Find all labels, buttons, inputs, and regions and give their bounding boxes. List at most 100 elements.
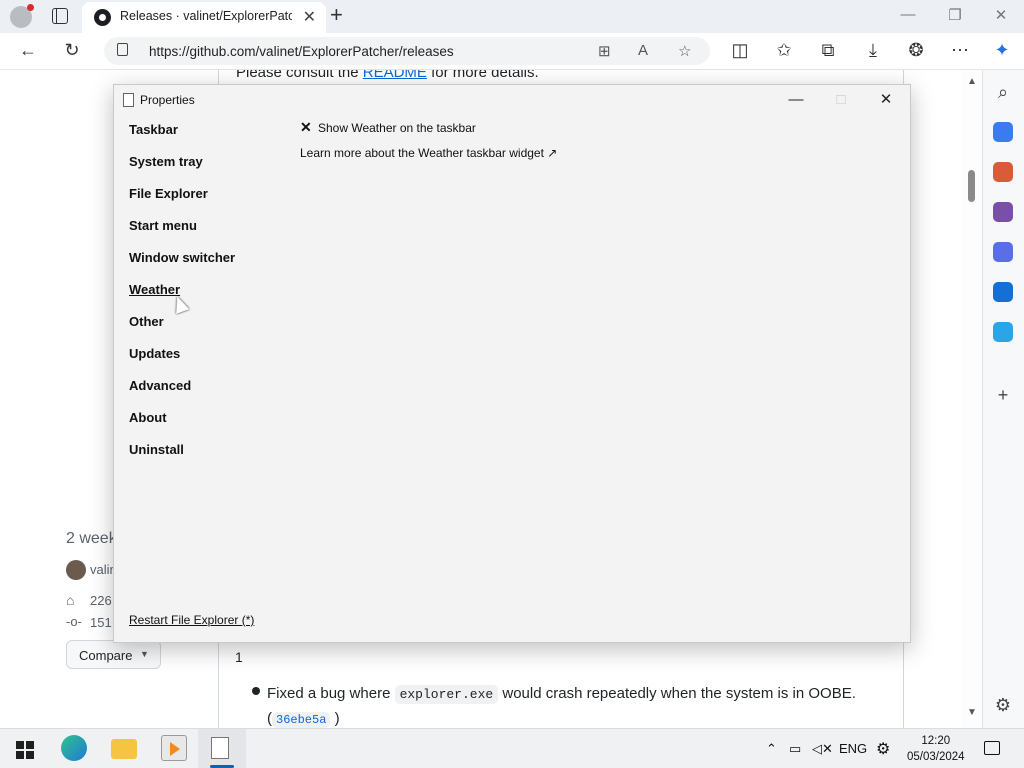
browser-tab-bar: Releases · valinet/ExplorerPatcher ✕ + —… [0, 0, 1024, 33]
window-restore-button[interactable]: ❐ [940, 6, 970, 24]
tab-title: Releases · valinet/ExplorerPatcher [120, 9, 292, 23]
nav-taskbar[interactable]: Taskbar [129, 121, 235, 153]
read-aloud-icon[interactable]: A [638, 42, 648, 59]
compare-button[interactable]: Compare ▼ [66, 640, 161, 669]
windows-taskbar: ⌃ ▭ ◁✕ ENG ⚙ 12:20 05/03/2024 [0, 728, 1024, 768]
nav-file-explorer[interactable]: File Explorer [129, 185, 235, 217]
explorerpatcher-app-icon [123, 93, 134, 107]
settings-gear-icon[interactable]: ⚙ [991, 695, 1015, 716]
restart-file-explorer-link[interactable]: Restart File Explorer (*) [129, 613, 254, 627]
chevron-down-icon: ▼ [140, 649, 149, 659]
volume-muted-icon[interactable]: ◁✕ [812, 741, 833, 757]
compare-label: Compare [79, 648, 133, 663]
nav-updates[interactable]: Updates [129, 345, 235, 377]
edge-browser-icon[interactable] [61, 735, 87, 761]
dialog-title-bar[interactable]: Properties — □ ✕ [114, 85, 910, 115]
input-language[interactable]: ENG [839, 741, 867, 756]
taskbar-clock[interactable]: 12:20 05/03/2024 [907, 733, 965, 765]
microsoft-365-icon[interactable] [993, 242, 1013, 262]
clock-time: 12:20 [921, 735, 951, 747]
outlook-icon[interactable] [993, 282, 1013, 302]
split-screen-icon[interactable]: ◫ [728, 40, 752, 61]
show-weather-label[interactable]: Show Weather on the taskbar [318, 121, 476, 135]
readme-hint: Please consult the README for more detai… [236, 70, 539, 81]
performance-icon[interactable]: ❂ [904, 40, 928, 61]
nav-uninstall[interactable]: Uninstall [129, 441, 235, 473]
back-arrow-icon[interactable]: ← [16, 40, 40, 61]
weather-settings-panel: ✕ Show Weather on the taskbar Learn more … [300, 119, 557, 161]
release-tag[interactable]: 226 [90, 593, 112, 608]
nav-other[interactable]: Other [129, 313, 235, 345]
copilot-icon[interactable]: ✦ [990, 40, 1014, 61]
commit-icon: -o- [66, 614, 82, 629]
dialog-close-button[interactable]: ✕ [866, 88, 906, 112]
nav-window-switcher[interactable]: Window switcher [129, 249, 235, 281]
release-commit[interactable]: 151 [90, 615, 112, 630]
scrollbar-thumb[interactable] [968, 170, 975, 202]
nav-advanced[interactable]: Advanced [129, 377, 235, 409]
list-bullet [252, 687, 260, 695]
tab-close-button[interactable]: ✕ [303, 7, 316, 27]
notification-center-icon[interactable] [984, 741, 1000, 755]
dialog-maximize-button: □ [836, 91, 846, 108]
window-minimize-button[interactable]: — [893, 6, 923, 23]
address-bar[interactable]: https://github.com/valinet/ExplorerPatch… [104, 37, 710, 65]
readme-link[interactable]: README [363, 70, 427, 81]
changelog-prefix: Fixed a bug where [267, 685, 395, 702]
media-player-icon[interactable] [161, 735, 187, 761]
browser-tab-releases[interactable]: Releases · valinet/ExplorerPatcher ✕ [82, 2, 326, 33]
drop-icon[interactable] [993, 322, 1013, 342]
nav-about[interactable]: About [129, 409, 235, 441]
page-scrollbar[interactable]: ▲ ▼ [962, 70, 982, 728]
readme-hint-suffix: for more details. [426, 70, 539, 81]
release-date: 2 week [66, 530, 117, 547]
address-url[interactable]: https://github.com/valinet/ExplorerPatch… [149, 44, 454, 59]
file-explorer-icon[interactable] [111, 739, 137, 759]
changelog-end: ) [330, 710, 340, 727]
settings-gear-icon-tray[interactable]: ⚙ [876, 739, 890, 759]
learn-more-weather-link[interactable]: Learn more about the Weather taskbar wid… [300, 145, 557, 161]
explorerpatcher-taskbar-icon[interactable] [211, 737, 229, 759]
favorites-icon[interactable]: ✩ [772, 40, 796, 61]
show-weather-option[interactable]: ✕ Show Weather on the taskbar [300, 119, 557, 145]
author-avatar[interactable] [66, 560, 86, 580]
window-close-button[interactable]: ✕ [986, 6, 1016, 24]
release-number: 1 [235, 649, 243, 665]
tag-icon: ⌂ [66, 592, 75, 608]
windows-start-icon[interactable] [16, 741, 34, 759]
nav-start-menu[interactable]: Start menu [129, 217, 235, 249]
commit-link[interactable]: 36ebe5a [272, 712, 331, 728]
scroll-up-icon[interactable]: ▲ [967, 76, 977, 87]
favorite-star-icon[interactable]: ☆ [678, 42, 691, 60]
network-icon[interactable]: ▭ [789, 741, 801, 757]
add-icon[interactable]: + [991, 385, 1015, 406]
refresh-icon[interactable]: ↻ [60, 40, 84, 61]
changelog-item: Fixed a bug where explorer.exe would cra… [267, 682, 857, 728]
shopping-icon[interactable] [993, 122, 1013, 142]
browser-toolbar: ← ↻ https://github.com/valinet/ExplorerP… [0, 33, 1024, 70]
new-tab-button[interactable]: + [330, 2, 343, 28]
tab-actions-icon[interactable] [52, 8, 68, 24]
github-logo-icon [94, 9, 111, 26]
nav-system-tray[interactable]: System tray [129, 153, 235, 185]
dialog-minimize-button[interactable]: — [776, 88, 816, 112]
inline-code: explorer.exe [394, 685, 499, 704]
profile-avatar-icon[interactable] [10, 4, 34, 28]
properties-dialog: Properties — □ ✕ Taskbar System tray Fil… [113, 84, 911, 643]
readme-hint-prefix: Please consult the [236, 70, 363, 81]
more-menu-icon[interactable]: ⋯ [948, 40, 972, 61]
notification-dot-icon [27, 4, 34, 11]
checked-x-icon[interactable]: ✕ [300, 119, 318, 135]
browser-sidebar: ⌕ + ⚙ [982, 70, 1024, 728]
lock-icon[interactable] [117, 43, 128, 56]
games-icon[interactable] [993, 202, 1013, 222]
downloads-icon[interactable]: ⤓ [861, 40, 885, 61]
clock-date: 05/03/2024 [907, 751, 965, 763]
tools-icon[interactable] [993, 162, 1013, 182]
collections-icon[interactable]: ⧉ [816, 40, 840, 61]
tray-overflow-chevron-icon[interactable]: ⌃ [766, 741, 777, 757]
search-icon[interactable]: ⌕ [991, 82, 1015, 103]
scroll-down-icon[interactable]: ▼ [967, 707, 977, 718]
dialog-title: Properties [140, 93, 195, 107]
app-available-icon[interactable]: ⊞ [598, 42, 611, 60]
